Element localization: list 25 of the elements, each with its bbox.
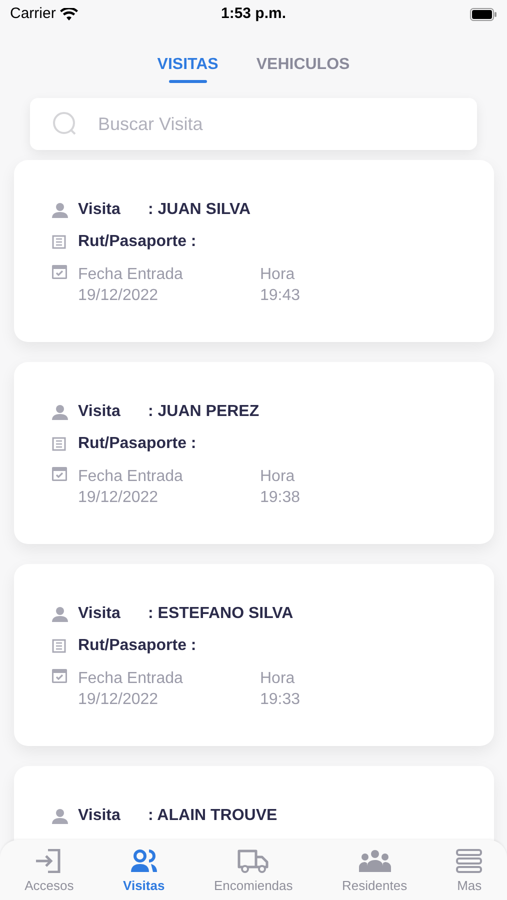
- status-time: 1:53 p.m.: [220, 4, 286, 24]
- date-label: Fecha Entrada: [78, 265, 184, 285]
- visit-label: Visita: [78, 604, 122, 624]
- carrier-label: Carrier: [10, 4, 56, 24]
- time-label: Hora: [260, 467, 296, 487]
- visitor-name: : JUAN SILVA: [148, 200, 251, 220]
- id-label: Rut/Pasaporte :: [78, 636, 196, 656]
- time-label: Hora: [260, 669, 296, 689]
- id-label: Rut/Pasaporte :: [78, 232, 196, 252]
- visit-label: Visita: [78, 806, 122, 826]
- entry-time: 19:33: [260, 690, 300, 710]
- visit-label: Visita: [78, 402, 122, 422]
- time-label: Hora: [260, 265, 296, 285]
- id-label: Rut/Pasaporte :: [78, 434, 196, 454]
- entry-time: 19:43: [260, 286, 300, 306]
- visit-label: Visita: [78, 200, 122, 220]
- entry-date: 19/12/2022: [78, 690, 160, 710]
- visitor-name: : JUAN PEREZ: [148, 402, 260, 422]
- date-label: Fecha Entrada: [78, 669, 184, 689]
- entry-date: 19/12/2022: [78, 286, 160, 306]
- visitor-name: : ESTEFANO SILVA: [148, 604, 294, 624]
- entry-time: 19:38: [260, 488, 300, 508]
- date-label: Fecha Entrada: [78, 467, 184, 487]
- visitor-name: : ALAIN TROUVE: [148, 806, 278, 826]
- entry-date: 19/12/2022: [78, 488, 160, 508]
